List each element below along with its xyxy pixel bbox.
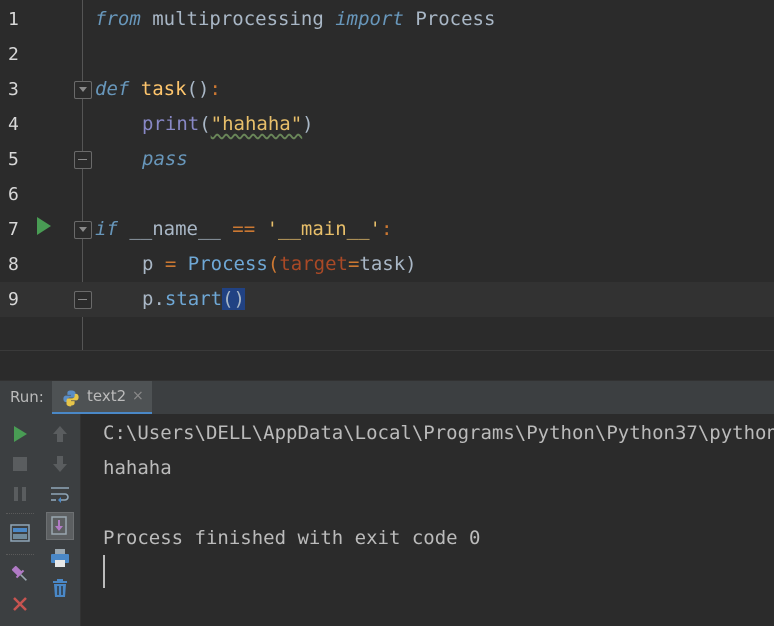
toolbar-separator xyxy=(6,513,34,515)
line-number: 9 xyxy=(8,289,19,310)
trash-icon[interactable] xyxy=(48,576,72,600)
line-number: 2 xyxy=(8,44,19,65)
line-number: 3 xyxy=(8,79,19,100)
line-number: 7 xyxy=(8,219,19,240)
toolbar-separator xyxy=(6,554,34,556)
code-text[interactable]: from multiprocessing import Process xyxy=(95,2,495,37)
line-number: 4 xyxy=(8,114,19,135)
run-gutter-icon[interactable] xyxy=(37,217,51,235)
code-text[interactable]: p.start() xyxy=(142,282,245,317)
pause-icon[interactable] xyxy=(8,482,32,506)
code-text[interactable]: pass xyxy=(142,142,188,177)
layout-icon[interactable] xyxy=(8,521,32,545)
code-text[interactable]: print("hahaha") xyxy=(142,107,314,142)
code-line-5[interactable]: 5 pass xyxy=(0,142,774,177)
code-line-2[interactable]: 2 xyxy=(0,37,774,72)
line-number: 1 xyxy=(8,9,19,30)
code-text[interactable]: def task(): xyxy=(95,72,221,107)
python-icon xyxy=(62,389,80,411)
scroll-up-icon[interactable] xyxy=(48,422,72,446)
code-line-3[interactable]: 3 def task(): xyxy=(0,72,774,107)
code-line-7[interactable]: 7 if __name__ == '__main__': xyxy=(0,212,774,247)
code-text[interactable]: p = Process(target=task) xyxy=(142,247,417,282)
scroll-down-icon[interactable] xyxy=(48,452,72,476)
line-number: 5 xyxy=(8,149,19,170)
code-text[interactable]: if __name__ == '__main__': xyxy=(95,212,392,247)
code-line-8[interactable]: 8 p = Process(target=task) xyxy=(0,247,774,282)
line-number: 8 xyxy=(8,254,19,275)
run-toolbar xyxy=(0,414,81,626)
pin-icon[interactable] xyxy=(8,562,32,586)
editor-bottom-area xyxy=(0,350,774,381)
fold-toggle-icon[interactable] xyxy=(74,221,92,239)
run-label: Run: xyxy=(10,388,44,406)
text-caret xyxy=(103,555,105,588)
tab-label: text2 xyxy=(87,387,127,405)
scroll-to-end-icon[interactable] xyxy=(46,512,74,540)
print-icon[interactable] xyxy=(48,546,72,570)
close-icon[interactable]: × xyxy=(132,381,144,412)
fold-end-icon[interactable] xyxy=(74,291,92,309)
soft-wrap-icon[interactable] xyxy=(48,482,72,506)
code-line-9[interactable]: 9 p.start() xyxy=(0,282,774,317)
console-line: hahaha xyxy=(103,457,172,479)
close-run-icon[interactable] xyxy=(8,592,32,616)
code-editor[interactable]: 1 from multiprocessing import Process 2 … xyxy=(0,0,774,380)
console-output[interactable]: C:\Users\DELL\AppData\Local\Programs\Pyt… xyxy=(103,414,774,626)
stop-icon[interactable] xyxy=(8,452,32,476)
code-line-4[interactable]: 4 print("hahaha") xyxy=(0,107,774,142)
run-tab-text2[interactable]: text2 × xyxy=(52,381,152,414)
console-line: Process finished with exit code 0 xyxy=(103,527,481,549)
fold-end-icon[interactable] xyxy=(74,151,92,169)
line-number: 6 xyxy=(8,184,19,205)
code-line-6[interactable]: 6 xyxy=(0,177,774,212)
code-line-1[interactable]: 1 from multiprocessing import Process xyxy=(0,2,774,37)
run-tool-window-header: Run: text2 × xyxy=(0,380,774,415)
fold-toggle-icon[interactable] xyxy=(74,81,92,99)
rerun-icon[interactable] xyxy=(8,422,32,446)
console-line: C:\Users\DELL\AppData\Local\Programs\Pyt… xyxy=(103,422,774,444)
